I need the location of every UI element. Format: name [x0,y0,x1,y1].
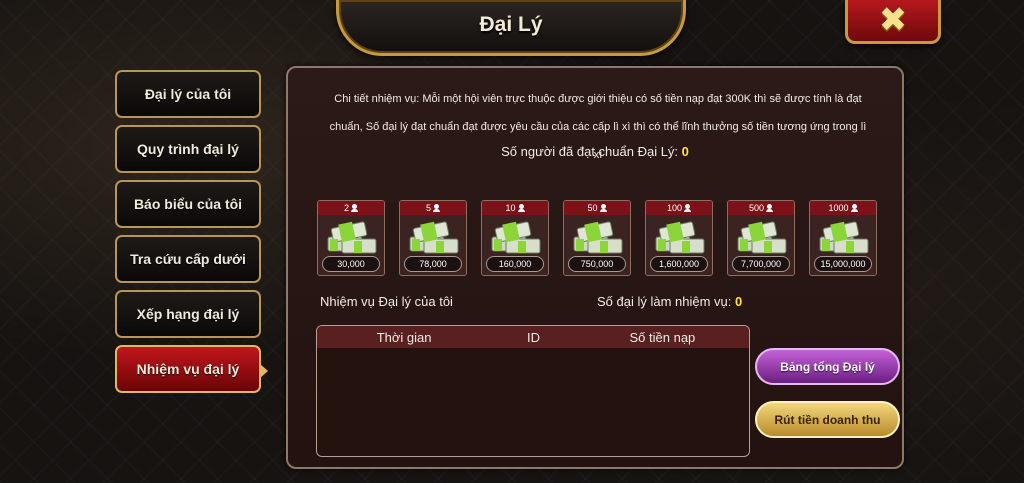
money-stack-icon [409,221,459,254]
table-header: Thời gian ID Số tiền nạp [317,326,749,348]
sidebar-item-agency-tasks[interactable]: Nhiệm vụ đại lý [115,345,268,393]
reward-tier-card[interactable]: 500 7,700,000 [727,200,795,276]
reward-amount: 750,000 [568,256,626,272]
reward-tier-header: 1000 [810,201,876,215]
money-stack-icon [327,221,377,254]
qualified-count-row: Số người đã đạt chuẩn Đại Lý: 0 [288,144,902,159]
task-agents-value: 0 [735,294,743,309]
reward-tier-card[interactable]: 100 1,600,000 [645,200,713,276]
reward-tier-card[interactable]: 50 750,000 [563,200,631,276]
sidebar-item-agency-ranking[interactable]: Xếp hạng đại lý [115,290,261,338]
sidebar: Đại lý của tôi Quy trình đại lý Báo biểu… [115,70,268,400]
task-agents-label: Số đại lý làm nhiệm vụ: [597,294,732,309]
sidebar-item-lookup-subordinates[interactable]: Tra cứu cấp dưới [115,235,261,283]
reward-amount: 160,000 [486,256,544,272]
reward-tier-header: 10 [482,201,548,215]
main-panel: Chi tiết nhiệm vụ: Mỗi một hội viên trực… [286,66,904,469]
reward-tier-count: 2 [343,203,349,213]
reward-tier-card[interactable]: 5 78,000 [399,200,467,276]
task-agents-row: Số đại lý làm nhiệm vụ: 0 [597,294,742,309]
money-stack-icon [491,221,541,254]
reward-amount: 78,000 [404,256,462,272]
person-icon [517,204,525,212]
reward-tier-header: 50 [564,201,630,215]
sidebar-item-my-agency[interactable]: Đại lý của tôi [115,70,261,118]
sidebar-item-my-reports[interactable]: Báo biểu của tôi [115,180,261,228]
person-icon [433,204,440,212]
qualified-label: Số người đã đạt chuẩn Đại Lý: [501,144,679,159]
sidebar-item-label: Đại lý của tôi [144,86,232,102]
reward-tier-header: 500 [728,201,794,215]
reward-tier-count: 5 [425,203,431,213]
reward-amount: 1,600,000 [650,256,708,272]
reward-tier-card[interactable]: 10 160,000 [481,200,549,276]
my-tasks-label: Nhiệm vụ Đại lý của tôi [320,294,453,309]
sidebar-item-label: Xếp hạng đại lý [136,306,240,322]
money-stack-icon [819,221,869,254]
sidebar-item-label: Tra cứu cấp dưới [130,251,246,267]
column-header-deposit: Số tiền nạp [629,329,696,345]
column-header-id: ID [526,329,540,345]
sidebar-item-label: Quy trình đại lý [137,141,239,157]
reward-tier-count: 1000 [828,203,849,213]
person-icon [850,204,858,212]
reward-tier-count: 500 [748,203,765,213]
reward-tier-header: 5 [400,201,466,215]
close-button[interactable]: ✖ [845,0,941,44]
person-icon [351,204,358,212]
qualified-value: 0 [681,144,689,159]
agency-summary-button[interactable]: Bảng tổng Đại lý [755,348,900,385]
withdraw-revenue-button[interactable]: Rút tiền doanh thu [755,401,900,438]
task-table[interactable]: Thời gian ID Số tiền nạp [316,325,750,457]
sidebar-item-label: Báo biểu của tôi [133,196,243,212]
reward-tier-count: 10 [505,203,516,213]
sidebar-item-label: Nhiệm vụ đại lý [136,361,240,377]
reward-tier-count: 50 [587,203,598,213]
reward-amount: 7,700,000 [732,256,790,272]
page-title: Đại Lý [479,12,543,36]
close-x-icon: ✖ [878,0,908,40]
person-icon [684,204,692,212]
sidebar-item-agency-process[interactable]: Quy trình đại lý [115,125,261,173]
reward-tier-header: 2 [318,201,384,215]
money-stack-icon [737,221,787,254]
money-stack-icon [655,221,705,254]
money-stack-icon [573,221,623,254]
title-banner: Đại Lý [336,0,686,56]
reward-tier-header: 100 [646,201,712,215]
reward-amount: 15,000,000 [814,256,872,272]
person-icon [766,204,774,212]
reward-amount: 30,000 [322,256,380,272]
reward-tier-card[interactable]: 1000 15,000,000 [809,200,877,276]
column-header-time: Thời gian [376,329,432,345]
person-icon [599,204,607,212]
reward-tier-card[interactable]: 2 30,000 [317,200,385,276]
reward-tier-count: 100 [666,203,683,213]
